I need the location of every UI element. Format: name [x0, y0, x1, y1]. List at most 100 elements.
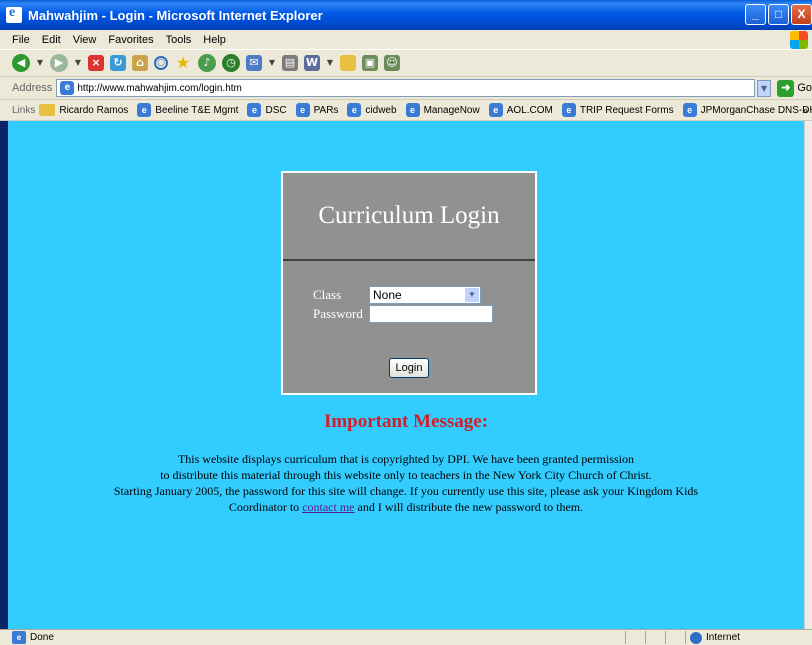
link-label: PARs	[313, 104, 339, 116]
status-bar: e Done Internet	[0, 629, 812, 645]
chevron-down-icon[interactable]: ▼	[465, 288, 479, 302]
address-url[interactable]: http://www.mahwahjim.com/login.htm	[77, 83, 242, 94]
link-label: cidweb	[365, 104, 397, 116]
menu-tools[interactable]: Tools	[166, 34, 192, 46]
message-line: to distribute this material through this…	[160, 468, 652, 482]
message-text: Coordinator to	[228, 500, 303, 514]
links-label: Links	[12, 104, 36, 116]
back-arrow-icon[interactable]: ◀	[12, 54, 30, 72]
go-button[interactable]: ➜ Go	[777, 79, 812, 97]
menu-help[interactable]: Help	[203, 34, 226, 46]
links-bar: Links Ricardo Ramos e Beeline T&E Mgmt e…	[0, 100, 812, 121]
ie-page-icon: e	[488, 103, 503, 117]
ie-app-icon	[6, 5, 22, 23]
go-label: Go	[797, 82, 812, 94]
link-beeline[interactable]: e Beeline T&E Mgmt	[137, 103, 238, 117]
globe-icon	[690, 631, 702, 644]
class-select[interactable]: None ▼	[369, 286, 481, 304]
home-icon[interactable]: ⌂	[132, 55, 148, 71]
link-jpmorgan-dns[interactable]: e JPMorganChase DNS-DHCP	[682, 103, 812, 117]
ie-page-icon: e	[137, 103, 152, 117]
refresh-icon[interactable]: ↻	[110, 55, 126, 71]
login-title: Curriculum Login	[283, 173, 535, 261]
mail-icon[interactable]: ✉	[246, 55, 262, 71]
ie-page-icon: e	[561, 103, 576, 117]
ie-page-icon: e	[295, 103, 310, 117]
password-row: Password	[313, 305, 493, 323]
link-label: ManageNow	[423, 104, 480, 116]
back-dropdown-icon[interactable]: ▼	[36, 54, 44, 72]
message-body: This website displays curriculum that is…	[8, 451, 804, 515]
address-dropdown-icon[interactable]: ▼	[756, 79, 772, 97]
link-dsc[interactable]: e DSC	[247, 103, 287, 117]
message-line: Starting January 2005, the password for …	[113, 484, 699, 498]
folder-icon[interactable]	[340, 55, 356, 71]
status-divider	[685, 631, 686, 644]
link-label: TRIP Request Forms	[579, 104, 674, 116]
mail-dropdown-icon[interactable]: ▼	[268, 54, 276, 72]
class-label: Class	[313, 287, 342, 302]
message-text: and I will distribute the new password t…	[354, 500, 584, 514]
search-icon[interactable]: ○	[154, 56, 168, 70]
login-button[interactable]: Login	[389, 358, 429, 378]
vertical-scrollbar[interactable]	[804, 121, 812, 629]
ie-page-icon: e	[12, 631, 26, 644]
history-icon[interactable]: ◷	[222, 54, 240, 72]
security-zone[interactable]: Internet	[690, 631, 740, 644]
message-line: Coordinator to contact me and I will dis…	[8, 499, 804, 515]
window-title: Mahwahjim - Login - Microsoft Internet E…	[28, 7, 323, 23]
favorites-star-icon[interactable]: ★	[174, 54, 192, 72]
status-text: Done	[30, 632, 54, 643]
class-row: Class None ▼	[313, 286, 481, 304]
discuss-icon[interactable]: ▣	[362, 55, 378, 71]
zone-label: Internet	[706, 632, 740, 643]
ie-page-icon: e	[247, 103, 262, 117]
edit-icon[interactable]: W	[304, 55, 320, 71]
menu-edit[interactable]: Edit	[42, 34, 61, 46]
address-input[interactable]: e http://www.mahwahjim.com/login.htm	[56, 79, 755, 97]
menu-view[interactable]: View	[73, 34, 97, 46]
print-icon[interactable]: ▤	[282, 55, 298, 71]
link-label: Beeline T&E Mgmt	[155, 104, 239, 116]
link-pars[interactable]: e PARs	[295, 103, 339, 117]
forward-dropdown-icon[interactable]: ▼	[74, 54, 82, 72]
ie-page-icon: e	[405, 103, 420, 117]
status-divider	[645, 631, 646, 644]
address-bar: Address e http://www.mahwahjim.com/login…	[0, 77, 812, 100]
link-managenow[interactable]: e ManageNow	[405, 103, 480, 117]
link-aol[interactable]: e AOL.COM	[488, 103, 553, 117]
menu-favorites[interactable]: Favorites	[108, 34, 153, 46]
media-icon[interactable]: ♪	[198, 54, 216, 72]
ie-page-icon: e	[60, 81, 75, 95]
password-input[interactable]	[369, 305, 493, 323]
link-ricardo-ramos[interactable]: Ricardo Ramos	[39, 104, 128, 116]
maximize-button[interactable]: □	[768, 4, 789, 25]
link-label: JPMorganChase DNS-DHCP	[700, 104, 812, 116]
messenger-icon[interactable]: ☺	[384, 55, 400, 71]
stop-icon[interactable]: ×	[88, 55, 104, 71]
link-label: Ricardo Ramos	[59, 104, 129, 116]
menu-bar: File Edit View Favorites Tools Help	[0, 30, 812, 50]
contact-me-link[interactable]: contact me	[302, 500, 354, 514]
login-panel: Curriculum Login Class None ▼ Password L…	[281, 171, 537, 395]
important-message-heading: Important Message:	[323, 411, 489, 432]
ie-page-icon: e	[682, 103, 697, 117]
window-titlebar[interactable]: Mahwahjim - Login - Microsoft Internet E…	[0, 0, 812, 30]
address-label: Address	[12, 82, 53, 94]
menu-file[interactable]: File	[12, 34, 30, 46]
windows-logo-icon	[790, 31, 808, 49]
go-arrow-icon: ➜	[777, 79, 795, 97]
close-button[interactable]: X	[791, 4, 812, 25]
link-trip-request[interactable]: e TRIP Request Forms	[561, 103, 674, 117]
edit-dropdown-icon[interactable]: ▼	[326, 54, 334, 72]
folder-icon	[39, 104, 56, 116]
link-label: DSC	[265, 104, 287, 116]
minimize-button[interactable]: _	[745, 4, 766, 25]
standard-toolbar: ◀ ▼ ▶ ▼ × ↻ ⌂ ○ ★ ♪ ◷ ✉ ▼ ▤ W ▼ ▣ ☺	[0, 50, 812, 77]
window-controls: _ □ X	[745, 4, 812, 25]
password-label: Password	[313, 306, 363, 321]
forward-arrow-icon[interactable]: ▶	[50, 54, 68, 72]
link-cidweb[interactable]: e cidweb	[347, 103, 397, 117]
links-overflow-chevron-icon[interactable]: »	[802, 105, 808, 116]
message-line: This website displays curriculum that is…	[177, 452, 635, 466]
